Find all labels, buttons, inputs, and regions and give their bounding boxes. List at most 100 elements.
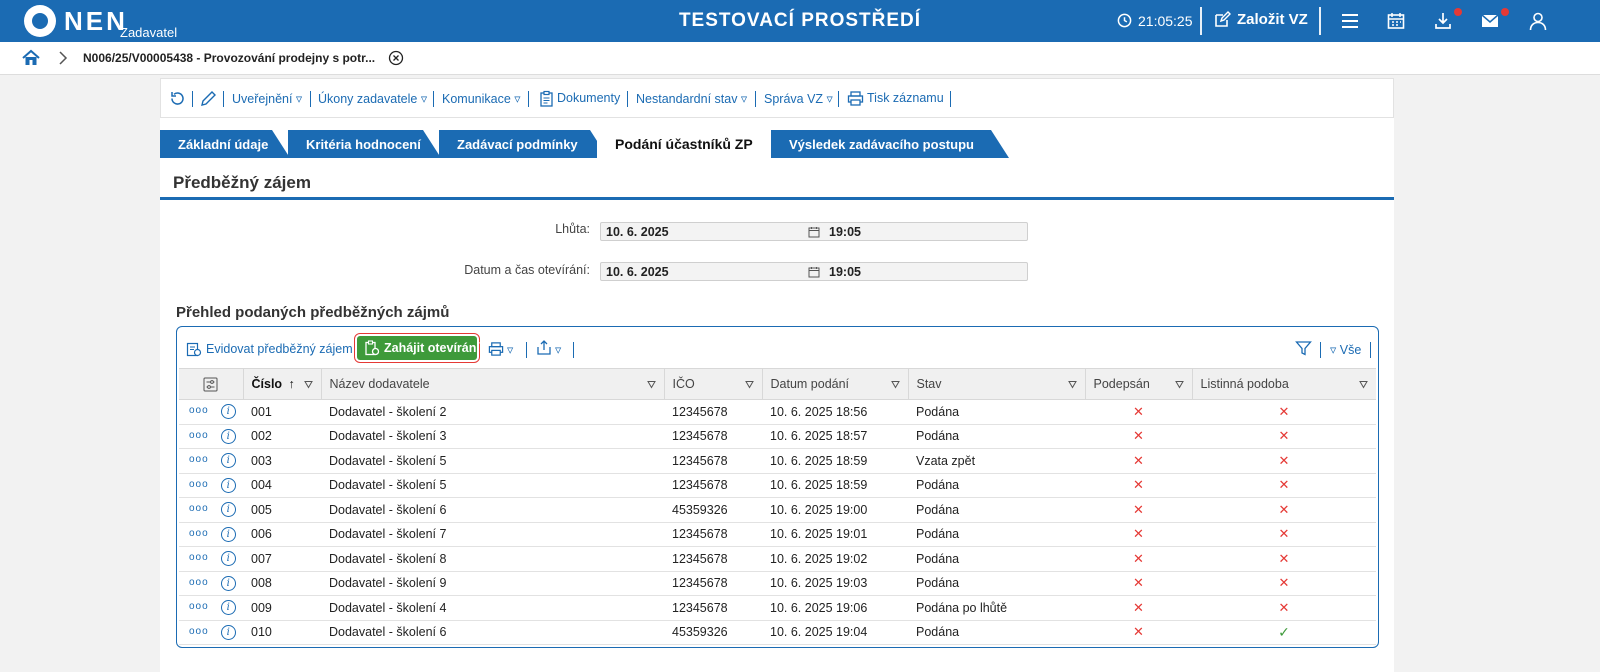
more-options-icon[interactable]: ooo [189,626,209,637]
tab-vysledek-zadavaciho-postupu[interactable]: Výsledek zadávacího postupu [771,130,1009,158]
cell-datum: 10. 6. 2025 19:02 [762,546,908,572]
more-options-icon[interactable]: ooo [189,528,209,539]
column-header-nazev[interactable]: Název dodavatele [321,368,665,400]
menu-tisk-zaznamu[interactable]: Tisk záznamu [867,91,944,105]
edit-icon[interactable] [1213,11,1231,29]
column-header-stav[interactable]: Stav [908,368,1086,400]
column-filter-icon[interactable] [890,380,900,389]
tab-kriteria-hodnoceni[interactable]: Kritéria hodnocení [288,130,441,158]
cell-stav: Podána [908,546,1085,572]
pencil-icon[interactable] [200,90,217,107]
start-opening-button[interactable]: Zahájit otevírání [354,333,480,363]
more-options-icon[interactable]: ooo [189,454,209,465]
menu-dokumenty[interactable]: Dokumenty [557,91,620,105]
toolbar-separator [1320,342,1321,358]
column-header-listinna[interactable]: Listinná podoba [1192,368,1376,400]
create-tender-button[interactable]: Založit VZ [1237,11,1308,28]
more-options-icon[interactable]: ooo [189,479,209,490]
breadcrumb-current-tender[interactable]: N006/25/V00005438 - Provozování prodejny… [83,51,375,65]
table-row[interactable]: ooo i 009 Dodavatel - školení 4 12345678 10. … [179,595,1376,621]
column-header-ico[interactable]: IČO [664,368,763,400]
cell-ico: 45359326 [664,497,762,523]
export-icon[interactable] [536,340,552,356]
cell-cislo: 005 [243,497,321,523]
menu-uverejneni[interactable]: Uveřejnění ▿ [232,91,302,106]
menu-komunikace[interactable]: Komunikace ▿ [442,91,521,106]
calendar-icon[interactable] [1386,11,1406,31]
info-icon[interactable]: i [220,428,236,444]
table-row[interactable]: ooo i 006 Dodavatel - školení 7 12345678 10. … [179,522,1376,547]
more-options-icon[interactable]: ooo [189,503,209,514]
column-settings-header[interactable] [179,368,244,400]
column-filter-icon[interactable] [1067,380,1077,389]
cell-ico: 12345678 [664,595,762,621]
table-row[interactable]: ooo i 004 Dodavatel - školení 5 12345678 10. … [179,473,1376,498]
menu-ukony-zadavatele[interactable]: Úkony zadavatele ▿ [318,91,427,106]
table-row[interactable]: ooo i 010 Dodavatel - školení 6 45359326 10. … [179,620,1376,645]
info-icon[interactable]: i [220,502,236,518]
cross-icon: ✕ [1133,624,1144,640]
printer-icon[interactable] [488,341,504,357]
info-icon[interactable]: i [220,600,236,616]
view-selector[interactable]: ▿ Vše [1330,342,1361,357]
submissions-grid: Evidovat předběžný zájem Zahájit otevírá… [176,326,1379,648]
register-interest-button[interactable]: Evidovat předběžný zájem [206,342,353,356]
table-row[interactable]: ooo i 008 Dodavatel - školení 9 12345678 10. … [179,571,1376,596]
cell-podepsan: ✕ [1085,595,1192,621]
info-icon[interactable]: i [220,551,236,567]
column-filter-icon[interactable] [744,380,754,389]
table-body: ooo i 001 Dodavatel - školení 2 12345678 10. … [179,399,1376,645]
chevron-down-icon[interactable]: ▿ [555,342,561,357]
cross-icon: ✕ [1278,575,1290,591]
menu-icon[interactable] [1340,11,1360,31]
more-options-icon[interactable]: ooo [189,552,209,563]
info-icon[interactable]: i [220,453,236,469]
toolbar-separator [627,91,628,107]
more-options-icon[interactable]: ooo [189,430,209,441]
cell-ico: 12345678 [664,424,762,449]
tab-podani-ucastniku[interactable]: Podání účastníků ZP [597,130,771,158]
user-icon[interactable] [1528,11,1548,31]
refresh-icon[interactable] [169,90,186,107]
column-header-podepsan[interactable]: Podepsán [1085,368,1193,400]
cell-datum: 10. 6. 2025 19:06 [762,595,908,621]
table-row[interactable]: ooo i 007 Dodavatel - školení 8 12345678 10. … [179,546,1376,572]
menu-nestandardni-stav[interactable]: Nestandardní stav ▿ [636,91,747,106]
row-actions: ooo i [179,424,243,449]
close-icon[interactable] [388,50,404,66]
column-filter-icon[interactable] [303,380,313,389]
tab-zadavaci-podminky[interactable]: Zadávací podmínky [439,130,608,158]
tab-zakladni-udaje[interactable]: Základní údaje [160,130,290,158]
column-filter-icon[interactable] [1359,380,1368,389]
cell-cislo: 007 [243,546,321,572]
cell-stav: Podána po lhůtě [908,595,1085,621]
column-header-datum[interactable]: Datum podání [762,368,909,400]
row-actions: ooo i [179,522,243,547]
row-actions: ooo i [179,497,243,523]
home-icon[interactable] [22,49,40,67]
info-icon[interactable]: i [220,477,236,493]
table-row[interactable]: ooo i 002 Dodavatel - školení 3 12345678 10. … [179,424,1376,449]
info-icon[interactable]: i [220,526,236,542]
table-row[interactable]: ooo i 001 Dodavatel - školení 2 12345678 10. … [179,399,1376,425]
filter-icon[interactable] [1295,340,1312,357]
column-header-cislo[interactable]: Číslo ↑ [243,368,322,400]
more-options-icon[interactable]: ooo [189,405,209,416]
menu-sprava-vz[interactable]: Správa VZ ▿ [764,91,833,106]
table-row[interactable]: ooo i 005 Dodavatel - školení 6 45359326 10. … [179,497,1376,523]
table-row[interactable]: ooo i 003 Dodavatel - školení 5 12345678 10. … [179,448,1376,474]
mail-icon[interactable] [1480,11,1500,31]
more-options-icon[interactable]: ooo [189,577,209,588]
info-icon[interactable]: i [220,624,236,640]
printer-icon [847,91,864,106]
column-filter-icon[interactable] [646,380,656,389]
chevron-down-icon[interactable]: ▿ [507,342,513,357]
info-icon[interactable]: i [220,404,236,420]
cell-stav: Podána [908,522,1085,547]
sort-up-icon[interactable]: ↑ [289,377,295,391]
more-options-icon[interactable]: ooo [189,601,209,612]
download-icon[interactable] [1433,11,1453,31]
info-icon[interactable]: i [220,575,236,591]
column-settings-icon[interactable] [203,377,218,392]
column-filter-icon[interactable] [1174,380,1184,389]
